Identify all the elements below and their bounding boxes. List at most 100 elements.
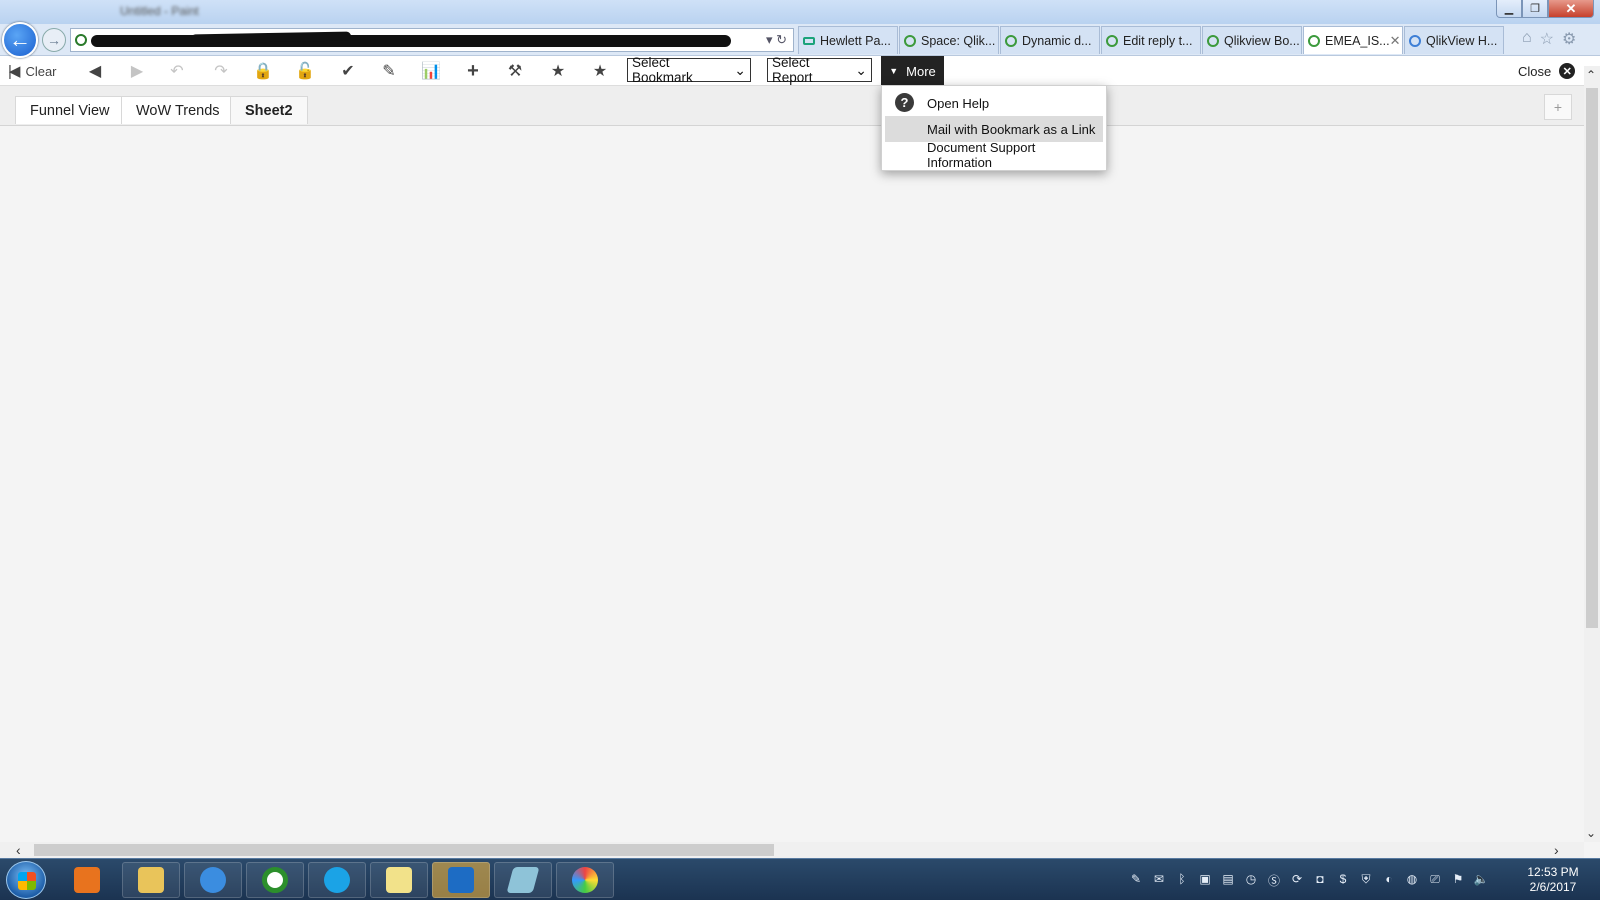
- sheet-tab-wow-trends[interactable]: WoW Trends: [121, 96, 235, 124]
- select-bookmark-label: Select Bookmark: [632, 55, 693, 85]
- browser-tab[interactable]: Edit reply t...: [1101, 26, 1201, 54]
- skype-tray-icon[interactable]: Ⓢ: [1266, 872, 1282, 889]
- menu-item-open-help[interactable]: ? Open Help: [885, 90, 1103, 116]
- clock-time: 12:53 PM: [1527, 865, 1579, 879]
- browser-tab[interactable]: Hewlett Pa...: [798, 26, 898, 54]
- edit-pen-icon[interactable]: ✎: [378, 60, 400, 82]
- taskbar-paint[interactable]: [556, 862, 614, 898]
- unlock-icon[interactable]: 🔓: [294, 60, 316, 82]
- clear-first-icon: |◀: [8, 63, 21, 80]
- taskbar-internet-explorer[interactable]: [184, 862, 242, 898]
- menu-item-mail-bookmark-link[interactable]: Mail with Bookmark as a Link: [885, 116, 1103, 142]
- sheet-tab-sheet2[interactable]: Sheet2: [230, 96, 308, 124]
- remove-bookmark-star-icon[interactable]: ★: [588, 60, 612, 82]
- qlik-icon: [904, 34, 916, 47]
- browser-toolbar-icons: ⌂ ☆ ⚙: [1522, 29, 1576, 49]
- site-favicon-icon: [75, 34, 87, 46]
- taskbar-app[interactable]: [494, 862, 552, 898]
- mail-icon[interactable]: ✉: [1151, 872, 1167, 889]
- ie-icon: [1409, 34, 1421, 47]
- back-icon[interactable]: ◀: [84, 60, 106, 82]
- qlik-icon: [1106, 34, 1118, 47]
- select-bookmark-dropdown[interactable]: Select Bookmark ⌄: [627, 55, 751, 85]
- qlik-icon: [1005, 34, 1017, 47]
- browser-tab-label: EMEA_IS...: [1325, 33, 1390, 48]
- add-icon[interactable]: +: [462, 60, 484, 82]
- browser-tab[interactable]: Dynamic d...: [1000, 26, 1100, 54]
- browser-tab[interactable]: Space: Qlik...: [899, 26, 999, 54]
- sheet-canvas: [0, 126, 1584, 842]
- volume-icon[interactable]: 🔈: [1473, 872, 1489, 889]
- forward-arrow-icon[interactable]: →: [42, 28, 66, 52]
- network-icon[interactable]: ▣: [1197, 872, 1213, 889]
- add-bookmark-star-icon[interactable]: ★: [546, 60, 570, 82]
- clock-icon[interactable]: ◷: [1243, 872, 1259, 889]
- browser-tab-active[interactable]: EMEA_IS... ✕: [1303, 26, 1403, 54]
- sheet-tab-label: Sheet2: [245, 102, 293, 119]
- lock-icon[interactable]: 🔒: [252, 60, 274, 82]
- scrollbar-thumb[interactable]: [34, 844, 774, 856]
- back-arrow-icon[interactable]: ←: [2, 22, 38, 58]
- chart-icon[interactable]: 📊: [420, 60, 442, 82]
- undo-icon[interactable]: ↶: [166, 60, 188, 82]
- refresh-icon[interactable]: ▾ ↻: [766, 32, 787, 48]
- redo-icon[interactable]: ↷: [210, 60, 232, 82]
- scroll-down-icon[interactable]: ⌄: [1586, 826, 1596, 840]
- start-button[interactable]: [6, 861, 46, 899]
- restore-button[interactable]: ❐: [1522, 0, 1548, 18]
- menu-item-label: Mail with Bookmark as a Link: [927, 121, 1096, 137]
- disk-icon[interactable]: ◐: [1381, 872, 1397, 889]
- taskbar-explorer[interactable]: [122, 862, 180, 898]
- language-icon[interactable]: ✎: [1128, 872, 1144, 889]
- clock-date: 2/6/2017: [1529, 880, 1577, 894]
- menu-item-document-support-info[interactable]: Document Support Information: [885, 140, 1103, 170]
- close-circle-icon: ✕: [1559, 63, 1576, 79]
- taskbar-skype[interactable]: [308, 862, 366, 898]
- add-sheet-button[interactable]: +: [1544, 94, 1572, 120]
- tab-close-icon[interactable]: ✕: [1390, 33, 1401, 49]
- vertical-scrollbar[interactable]: ⌃ ⌄: [1584, 66, 1600, 842]
- scroll-right-icon[interactable]: ›: [1554, 842, 1559, 858]
- menu-item-label: Open Help: [927, 95, 990, 111]
- taskbar-qlikview[interactable]: [246, 862, 304, 898]
- taskbar-media-player[interactable]: [58, 862, 116, 898]
- home-icon[interactable]: ⌂: [1522, 29, 1532, 49]
- more-button[interactable]: ▼ More: [881, 56, 944, 86]
- scroll-left-icon[interactable]: ‹: [16, 842, 21, 858]
- skype-icon: [324, 867, 350, 893]
- check-icon[interactable]: ✔: [337, 60, 359, 82]
- clear-button[interactable]: |◀ Clear: [8, 60, 70, 82]
- browser-tab-label: Dynamic d...: [1022, 33, 1092, 48]
- usb-icon[interactable]: ⎚: [1427, 872, 1443, 889]
- horizontal-scrollbar[interactable]: ‹ ›: [0, 842, 1584, 858]
- select-report-dropdown[interactable]: Select Report ⌄: [767, 55, 872, 85]
- scroll-up-icon[interactable]: ⌃: [1586, 68, 1596, 82]
- brush-icon[interactable]: ⚒: [504, 60, 526, 82]
- taskbar-sticky-notes[interactable]: [370, 862, 428, 898]
- browser-tab[interactable]: Qlikview Bo...: [1202, 26, 1302, 54]
- it-icon[interactable]: ▤: [1220, 872, 1236, 889]
- settings-gear-icon[interactable]: ⚙: [1562, 29, 1576, 49]
- adobe-icon[interactable]: ◍: [1404, 872, 1420, 889]
- dollar-icon[interactable]: $: [1335, 872, 1351, 889]
- flag-icon[interactable]: ⚑: [1450, 872, 1466, 889]
- outlook-tray-icon[interactable]: ◘: [1312, 872, 1328, 889]
- close-document-button[interactable]: Close ✕: [1518, 60, 1576, 82]
- forward-icon[interactable]: ▶: [126, 60, 148, 82]
- sheet-tab-funnel-view[interactable]: Funnel View: [15, 96, 125, 124]
- taskbar-outlook[interactable]: [432, 862, 490, 898]
- windows-logo-icon: [18, 872, 36, 890]
- window-close-button[interactable]: ✕: [1548, 0, 1594, 18]
- favorites-star-icon[interactable]: ☆: [1540, 29, 1554, 49]
- window-titlebar: Untitled - Paint ▁ ❐ ✕: [0, 0, 1600, 24]
- scrollbar-thumb[interactable]: [1586, 88, 1598, 628]
- address-bar[interactable]: ▾ ↻: [70, 28, 794, 52]
- bluetooth-icon[interactable]: ᛒ: [1174, 872, 1190, 889]
- qlik-icon: [1308, 34, 1320, 47]
- browser-tab[interactable]: QlikView H...: [1404, 26, 1504, 54]
- sync-icon[interactable]: ⟳: [1289, 872, 1305, 889]
- taskbar-clock[interactable]: 12:53 PM 2/6/2017: [1518, 865, 1588, 895]
- paint-palette-icon: [572, 867, 598, 893]
- shield-icon[interactable]: ⛨: [1358, 872, 1374, 889]
- minimize-button[interactable]: ▁: [1496, 0, 1522, 18]
